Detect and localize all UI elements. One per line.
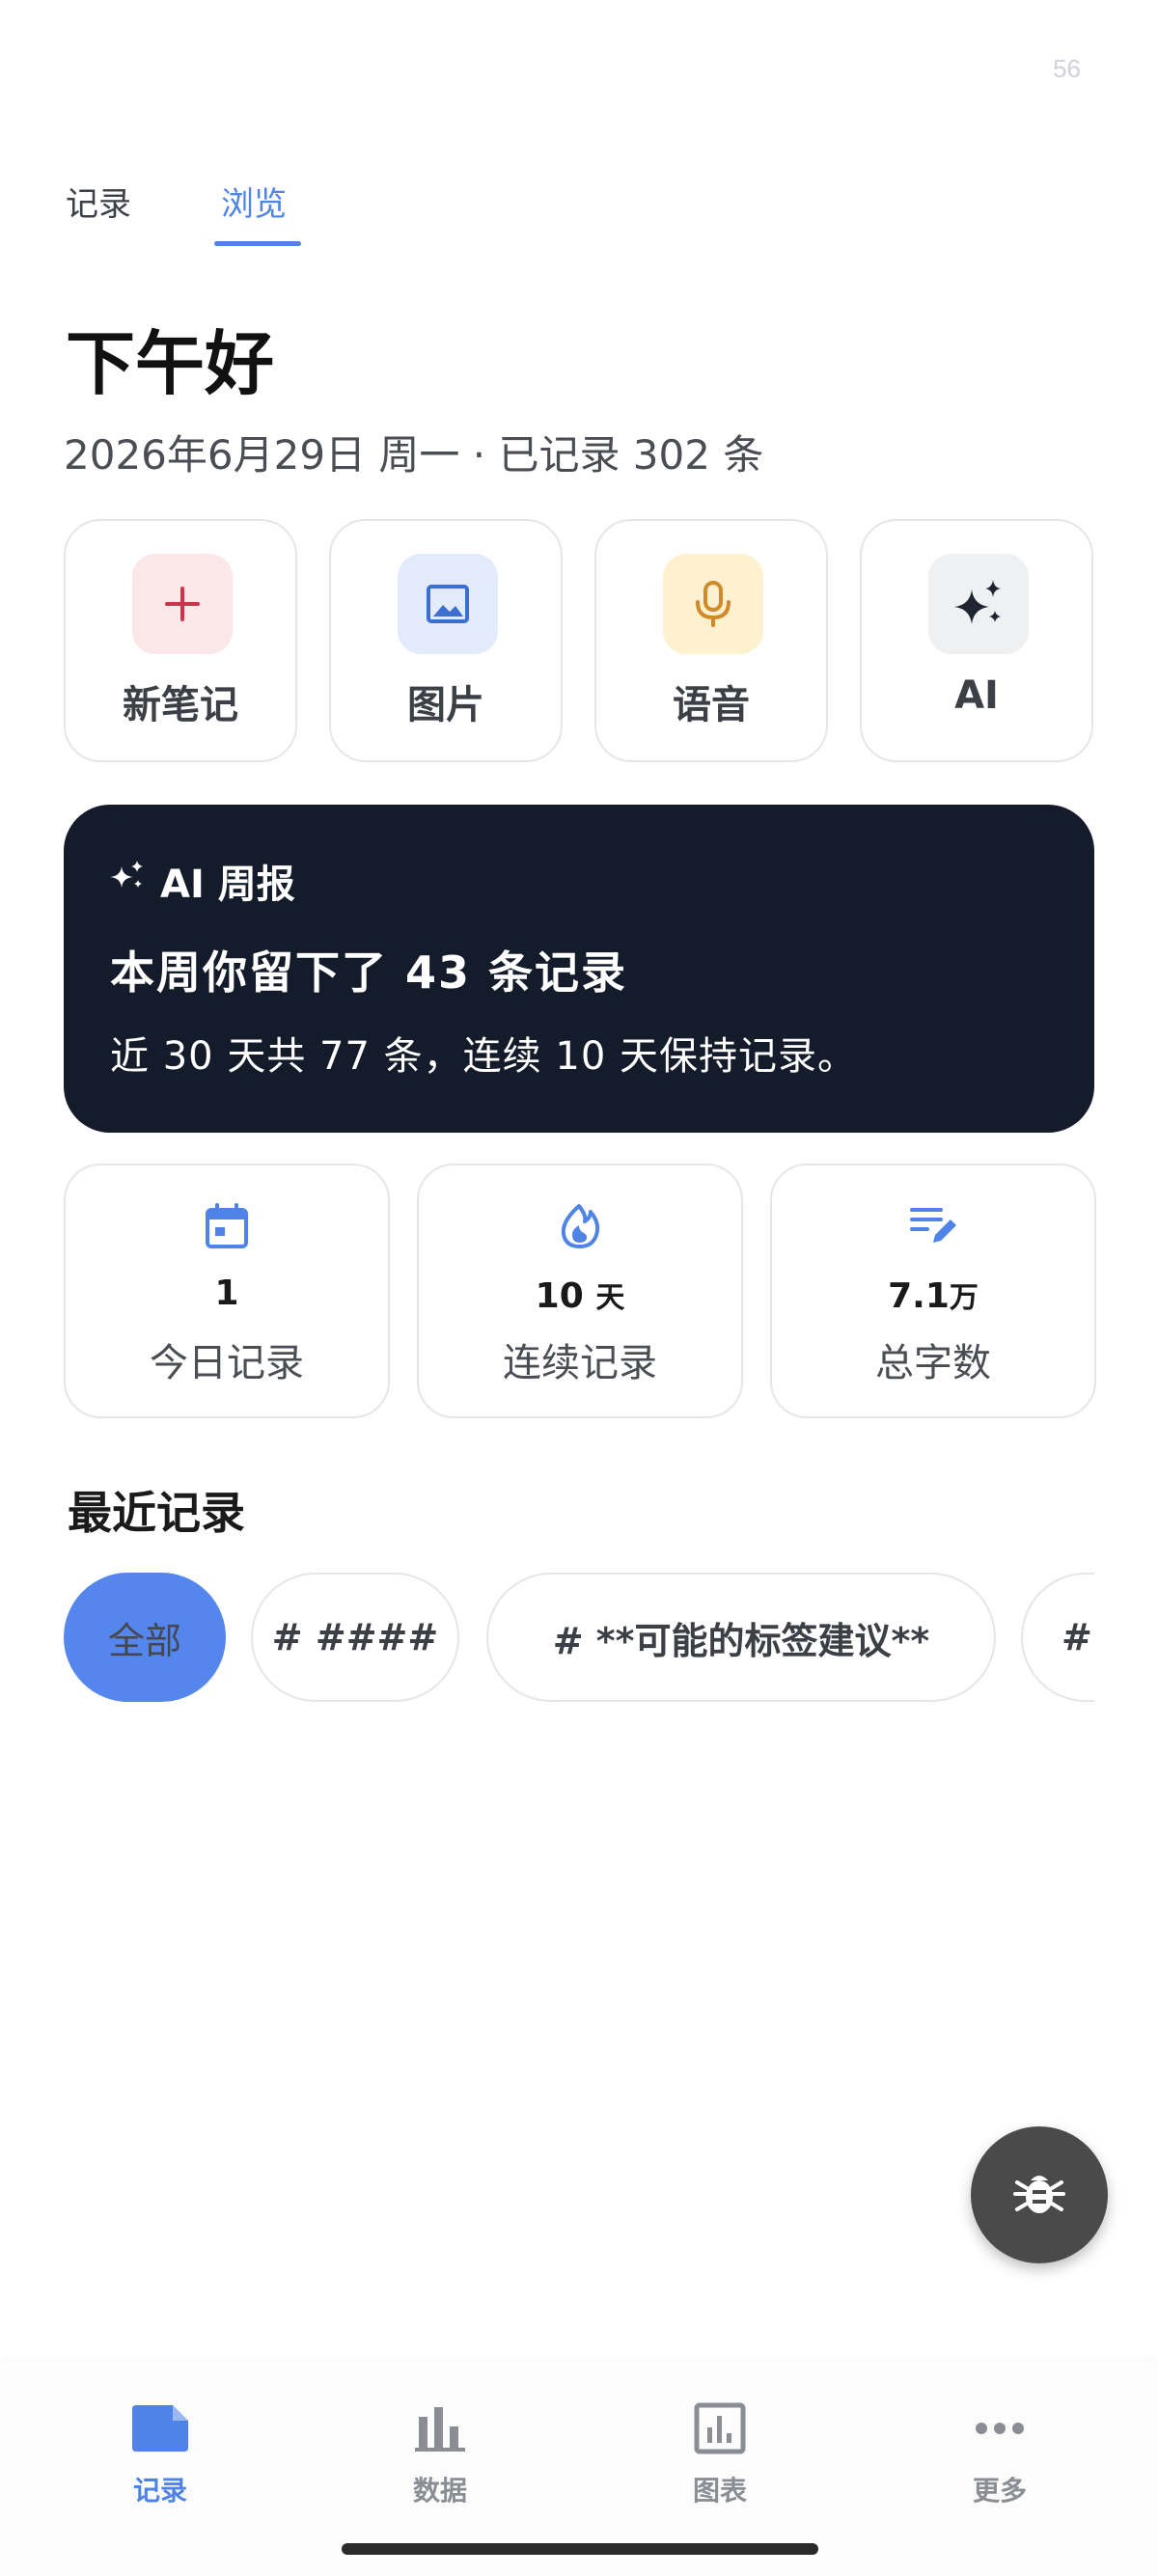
chip-tag[interactable]: # **可能的标签建议** — [486, 1573, 996, 1702]
stat-today-value: 1 — [214, 1274, 239, 1313]
sparkles-icon — [928, 554, 1029, 654]
chart-box-icon — [623, 2398, 816, 2458]
flame-icon — [419, 1202, 741, 1250]
stat-streak-value: 10 天 — [535, 1276, 625, 1316]
stat-word-count-value: 7.1万 — [888, 1276, 979, 1316]
stat-word-count[interactable]: 7.1万 总字数 — [770, 1164, 1096, 1418]
bar-chart-icon — [344, 2398, 537, 2458]
nav-data-label: 数据 — [412, 2475, 467, 2507]
stat-streak[interactable]: 10 天 连续记录 — [417, 1164, 743, 1418]
stat-word-count-label: 总字数 — [875, 1341, 991, 1385]
image-button[interactable]: 图片 — [329, 519, 563, 762]
tab-records[interactable]: 记录 — [66, 178, 131, 225]
ai-report-header: AI 周报 — [108, 853, 295, 909]
chip-tag[interactable]: # #### — [251, 1573, 459, 1702]
debug-fab[interactable] — [971, 2126, 1108, 2263]
ai-label: AI — [954, 673, 999, 718]
nav-records-label: 记录 — [132, 2475, 187, 2507]
sparkles-icon — [108, 857, 147, 905]
stat-today[interactable]: 1 今日记录 — [64, 1164, 390, 1418]
nav-data[interactable]: 数据 — [344, 2398, 537, 2508]
voice-label: 语音 — [673, 683, 750, 727]
new-note-label: 新笔记 — [123, 683, 238, 727]
stat-streak-label: 连续记录 — [503, 1341, 657, 1385]
nav-more-label: 更多 — [972, 2475, 1027, 2507]
home-indicator — [342, 2543, 818, 2555]
nav-charts-label: 图表 — [692, 2475, 747, 2507]
more-icon — [903, 2398, 1096, 2458]
edit-note-icon — [772, 1202, 1094, 1248]
bug-icon — [1011, 2165, 1067, 2225]
image-icon — [398, 554, 498, 654]
ai-weekly-report-card[interactable]: AI 周报 本周你留下了 43 条记录 近 30 天共 77 条，连续 10 天… — [64, 805, 1094, 1133]
image-label: 图片 — [407, 683, 484, 727]
microphone-icon — [663, 554, 763, 654]
recent-records-title: 最近记录 — [68, 1487, 245, 1539]
ai-report-description: 近 30 天共 77 条，连续 10 天保持记录。 — [110, 1034, 857, 1079]
tag-filter-row: 全部 # #### # **可能的标签建议** # — [64, 1573, 1094, 1704]
chip-tag[interactable]: # — [1021, 1573, 1094, 1702]
greeting-title: 下午好 — [66, 322, 275, 404]
nav-charts[interactable]: 图表 — [623, 2398, 816, 2508]
ai-report-heading: AI 周报 — [160, 863, 295, 907]
tab-browse[interactable]: 浏览 — [221, 178, 287, 225]
active-tab-indicator — [214, 241, 301, 246]
date-summary: 2026年6月29日 周一 · 已记录 302 条 — [64, 431, 764, 479]
nav-more[interactable]: 更多 — [903, 2398, 1096, 2508]
calendar-icon — [66, 1202, 388, 1250]
ai-report-title: 本周你留下了 43 条记录 — [110, 946, 628, 999]
status-indicator: 56 — [1053, 54, 1081, 83]
new-note-button[interactable]: 新笔记 — [64, 519, 297, 762]
voice-button[interactable]: 语音 — [594, 519, 828, 762]
chip-all[interactable]: 全部 — [64, 1573, 226, 1702]
nav-records[interactable]: 记录 — [64, 2398, 257, 2508]
plus-icon — [132, 554, 233, 654]
note-icon — [64, 2398, 257, 2458]
stat-today-label: 今日记录 — [150, 1341, 304, 1385]
ai-button[interactable]: AI — [860, 519, 1093, 762]
